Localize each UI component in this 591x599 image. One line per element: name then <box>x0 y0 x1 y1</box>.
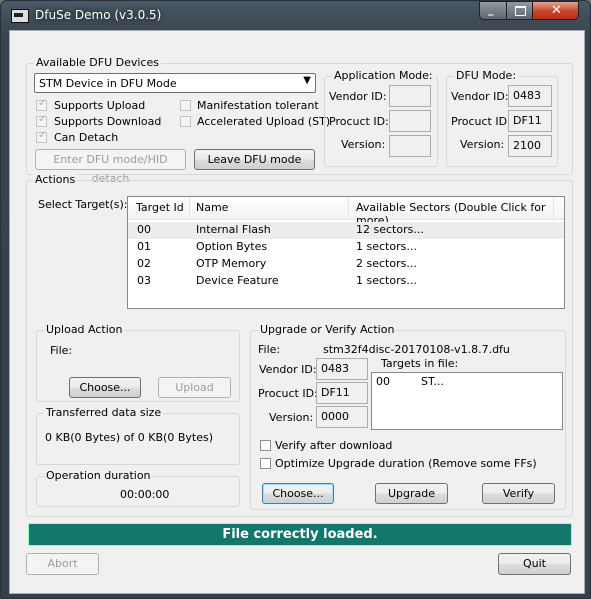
file-target-name: ST... <box>421 375 444 388</box>
duration-value: 00:00:00 <box>120 488 170 501</box>
target-sectors: 12 sectors... <box>356 223 424 236</box>
table-row[interactable]: 00 Internal Flash 12 sectors... <box>128 222 564 239</box>
select-targets-label: Select Target(s): <box>38 198 128 211</box>
dfu-version-label: Version: <box>460 138 505 151</box>
table-row[interactable]: 02 OTP Memory 2 sectors... <box>128 256 564 273</box>
minimize-icon: _ <box>488 3 494 16</box>
file-target-id: 00 <box>376 375 390 388</box>
targets-in-file-list[interactable]: 00 ST... <box>371 372 563 430</box>
supports-download-checkbox[interactable] <box>36 114 47 127</box>
group-legend: Upload Action <box>44 323 125 336</box>
verify-button[interactable]: Verify <box>482 483 555 504</box>
target-id: 03 <box>137 274 151 287</box>
maximize-icon <box>515 6 526 16</box>
list-header: Target Id Name Available Sectors (Double… <box>128 197 564 227</box>
verify-after-download-label: Verify after download <box>275 439 393 452</box>
quit-button[interactable]: Quit <box>498 553 571 575</box>
upgrade-version-label: Version: <box>269 411 314 424</box>
upgrade-product-field: DF11 <box>316 382 368 404</box>
app-product-label: Procuct ID: <box>329 115 389 128</box>
maximize-button[interactable] <box>506 1 533 20</box>
title-bar[interactable]: DfuSe Demo (v3.0.5) _ ✕ <box>1 1 590 29</box>
upgrade-file-label: File: <box>258 343 281 356</box>
table-row[interactable]: 01 Option Bytes 1 sectors... <box>128 239 564 256</box>
app-version-field <box>389 135 431 157</box>
supports-download-label: Supports Download <box>54 115 162 128</box>
can-detach-label: Can Detach <box>54 131 119 144</box>
app-vendor-field <box>389 85 431 107</box>
group-legend: Available DFU Devices <box>34 56 161 69</box>
group-legend: Operation duration <box>44 469 153 482</box>
upgrade-vendor-label: Vendor ID: <box>259 363 317 376</box>
supports-upload-label: Supports Upload <box>54 99 146 112</box>
upload-choose-button[interactable]: Choose... <box>69 377 141 398</box>
group-legend: Actions <box>33 173 78 186</box>
upgrade-choose-button[interactable]: Choose... <box>262 483 334 504</box>
target-sectors: 2 sectors... <box>356 257 417 270</box>
app-vendor-label: Vendor ID: <box>329 90 387 103</box>
app-product-field <box>389 110 431 132</box>
status-bar: File correctly loaded. <box>28 523 572 546</box>
dfu-product-field: DF11 <box>508 110 552 132</box>
target-name: Internal Flash <box>196 223 271 236</box>
column-header[interactable]: Target Id <box>136 201 184 214</box>
optimize-upgrade-checkbox[interactable] <box>260 458 271 469</box>
accelerated-upload-checkbox[interactable] <box>180 116 191 127</box>
app-icon <box>11 9 29 23</box>
dfu-product-label: Procuct ID: <box>451 115 511 128</box>
group-legend: DFU Mode: <box>454 69 519 82</box>
upgrade-product-label: Procuct ID: <box>258 387 318 400</box>
table-row[interactable]: 03 Device Feature 1 sectors... <box>128 273 564 290</box>
window-title: DfuSe Demo (v3.0.5) <box>35 8 162 22</box>
selected-device: STM Device in DFU Mode <box>39 77 177 90</box>
upgrade-file-name: stm32f4disc-20170108-v1.8.7.dfu <box>323 343 510 356</box>
app-window: DfuSe Demo (v3.0.5) _ ✕ Available DFU De… <box>0 0 591 599</box>
transferred-value: 0 KB(0 Bytes) of 0 KB(0 Bytes) <box>45 431 213 444</box>
chevron-down-icon[interactable]: ▼ <box>303 75 311 86</box>
targets-in-file-label: Targets in file: <box>381 357 459 370</box>
can-detach-checkbox[interactable] <box>36 130 47 143</box>
target-name: OTP Memory <box>196 257 267 270</box>
group-legend: Application Mode: <box>332 69 435 82</box>
app-version-label: Version: <box>341 138 386 151</box>
dfu-version-field: 2100 <box>508 135 552 157</box>
upload-file-label: File: <box>50 344 73 357</box>
upgrade-version-field: 0000 <box>316 406 368 428</box>
manifestation-checkbox[interactable] <box>180 100 191 111</box>
enter-dfu-button[interactable]: Enter DFU mode/HID detach <box>35 149 186 185</box>
abort-button[interactable]: Abort <box>26 553 99 575</box>
target-id: 01 <box>137 240 151 253</box>
close-icon: ✕ <box>551 3 562 18</box>
target-name: Device Feature <box>196 274 279 287</box>
main-panel: Available DFU Devices STM Device in DFU … <box>9 30 585 594</box>
optimize-upgrade-label: Optimize Upgrade duration (Remove some F… <box>275 457 537 470</box>
accelerated-upload-label: Accelerated Upload (ST) <box>197 115 331 128</box>
leave-dfu-button[interactable]: Leave DFU mode <box>194 149 315 170</box>
supports-upload-checkbox[interactable] <box>36 98 47 111</box>
minimize-button[interactable]: _ <box>479 1 507 20</box>
verify-after-download-checkbox[interactable] <box>260 440 271 451</box>
target-sectors: 1 sectors... <box>356 240 417 253</box>
column-header[interactable]: Name <box>196 201 228 214</box>
target-sectors: 1 sectors... <box>356 274 417 287</box>
target-id: 00 <box>137 223 151 236</box>
dfu-vendor-label: Vendor ID: <box>451 90 509 103</box>
target-name: Option Bytes <box>196 240 268 253</box>
upload-button[interactable]: Upload <box>158 377 231 398</box>
group-legend: Upgrade or Verify Action <box>258 323 397 336</box>
upgrade-vendor-field: 0483 <box>316 358 368 380</box>
upgrade-button[interactable]: Upgrade <box>375 483 448 504</box>
dfu-vendor-field: 0483 <box>508 85 552 107</box>
manifestation-label: Manifestation tolerant <box>197 99 319 112</box>
device-select[interactable]: STM Device in DFU Mode ▼ <box>34 73 316 93</box>
targets-list[interactable]: Target Id Name Available Sectors (Double… <box>127 196 565 309</box>
group-legend: Transferred data size <box>44 406 164 419</box>
target-id: 02 <box>137 257 151 270</box>
close-button[interactable]: ✕ <box>532 1 579 20</box>
